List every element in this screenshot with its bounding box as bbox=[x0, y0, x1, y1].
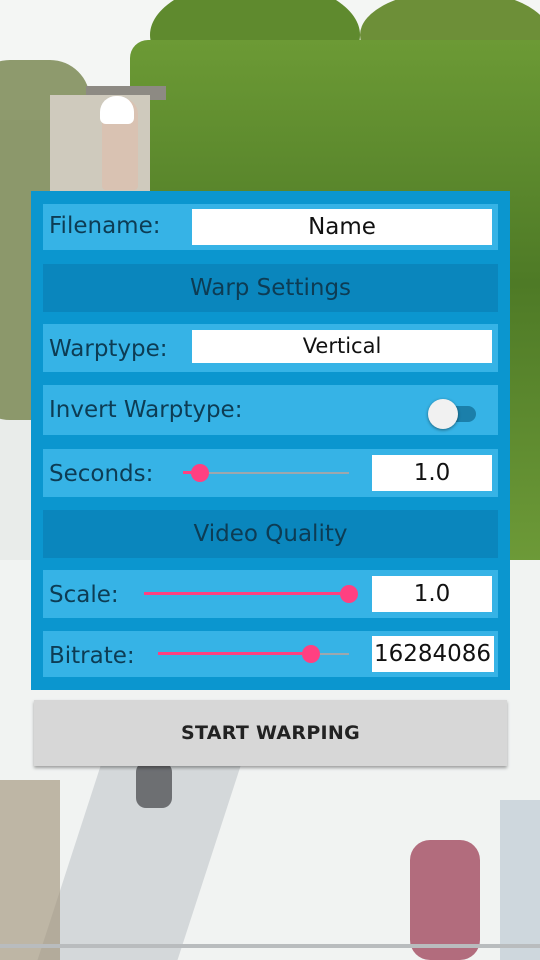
warp-settings-title: Warp Settings bbox=[189, 275, 352, 301]
warptype-row: Warptype: Vertical bbox=[43, 324, 498, 372]
start-warping-button[interactable]: START WARPING bbox=[34, 700, 507, 766]
filename-row: Filename: Name bbox=[43, 204, 498, 250]
filename-input[interactable]: Name bbox=[192, 209, 492, 245]
slider-thumb[interactable] bbox=[301, 645, 320, 663]
scale-slider[interactable] bbox=[144, 584, 358, 604]
seconds-label: Seconds: bbox=[49, 461, 154, 487]
warp-settings-header: Warp Settings bbox=[43, 264, 498, 312]
bitrate-row: Bitrate: 16284086 bbox=[43, 631, 498, 677]
slider-fill bbox=[144, 592, 349, 595]
slider-thumb[interactable] bbox=[340, 585, 358, 603]
toggle-knob bbox=[428, 399, 458, 429]
warptype-label: Warptype: bbox=[49, 336, 168, 362]
bitrate-label: Bitrate: bbox=[49, 643, 135, 669]
video-quality-header: Video Quality bbox=[43, 510, 498, 558]
invert-warptype-toggle[interactable] bbox=[428, 399, 476, 429]
shoe bbox=[136, 762, 172, 808]
warptype-select[interactable]: Vertical bbox=[192, 330, 492, 363]
invert-warptype-row: Invert Warptype: bbox=[43, 385, 498, 435]
settings-panel: Filename: Name Warp Settings Warptype: V… bbox=[31, 191, 510, 690]
slider-fill bbox=[158, 652, 311, 655]
scale-input[interactable]: 1.0 bbox=[372, 576, 492, 612]
flowers bbox=[410, 840, 480, 960]
divider bbox=[0, 944, 540, 948]
slider-thumb[interactable] bbox=[190, 464, 209, 482]
scale-label: Scale: bbox=[49, 582, 119, 608]
plant bbox=[500, 800, 540, 960]
video-quality-title: Video Quality bbox=[193, 521, 348, 547]
cap bbox=[100, 96, 134, 124]
seconds-row: Seconds: 1.0 bbox=[43, 449, 498, 497]
scale-row: Scale: 1.0 bbox=[43, 570, 498, 618]
invert-warptype-label: Invert Warptype: bbox=[49, 397, 243, 423]
bitrate-slider[interactable] bbox=[158, 644, 349, 664]
start-warping-label: START WARPING bbox=[180, 722, 361, 744]
filename-label: Filename: bbox=[49, 213, 161, 239]
bush bbox=[0, 780, 60, 960]
bitrate-input[interactable]: 16284086 bbox=[372, 636, 494, 672]
seconds-slider[interactable] bbox=[183, 463, 349, 483]
seconds-input[interactable]: 1.0 bbox=[372, 455, 492, 491]
